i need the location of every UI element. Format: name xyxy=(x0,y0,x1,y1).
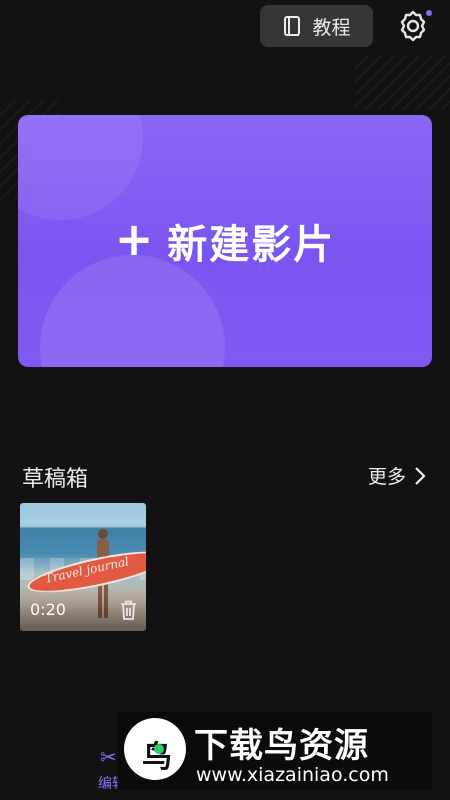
scissors-icon: ✂ xyxy=(100,745,117,769)
trash-icon[interactable] xyxy=(120,600,137,620)
watermark-banner: 鸟 下载鸟资源 www.xiazainiao.com xyxy=(118,712,432,790)
nav-edit-label: 编辑 xyxy=(98,776,120,792)
draft-item[interactable]: Travel journal 0:20 xyxy=(20,503,146,631)
bird-icon: 鸟 xyxy=(142,740,172,775)
draft-duration: 0:20 xyxy=(30,600,66,619)
logo-dot xyxy=(154,744,164,754)
drafts-title: 草稿箱 xyxy=(22,467,89,492)
plus-icon: + xyxy=(114,212,154,266)
more-label: 更多 xyxy=(367,466,406,488)
tutorial-button[interactable]: 教程 xyxy=(260,5,373,47)
new-project-card[interactable]: + 新建影片 xyxy=(18,115,432,367)
book-icon xyxy=(284,16,301,36)
notification-dot xyxy=(426,10,432,16)
decorative-circle xyxy=(40,255,225,367)
decorative-stripes xyxy=(355,55,450,110)
watermark-logo: 鸟 xyxy=(124,718,186,780)
more-link[interactable]: 更多 xyxy=(368,462,426,489)
decorative-circle xyxy=(18,115,143,220)
new-project-label: 新建影片 xyxy=(167,222,336,268)
chevron-right-icon xyxy=(415,466,426,485)
nav-edit-tab[interactable]: ✂ 编辑 xyxy=(98,745,120,797)
watermark-url: www.xiazainiao.com xyxy=(196,764,389,786)
tutorial-label: 教程 xyxy=(312,16,351,39)
watermark-title: 下载鸟资源 xyxy=(194,726,369,766)
